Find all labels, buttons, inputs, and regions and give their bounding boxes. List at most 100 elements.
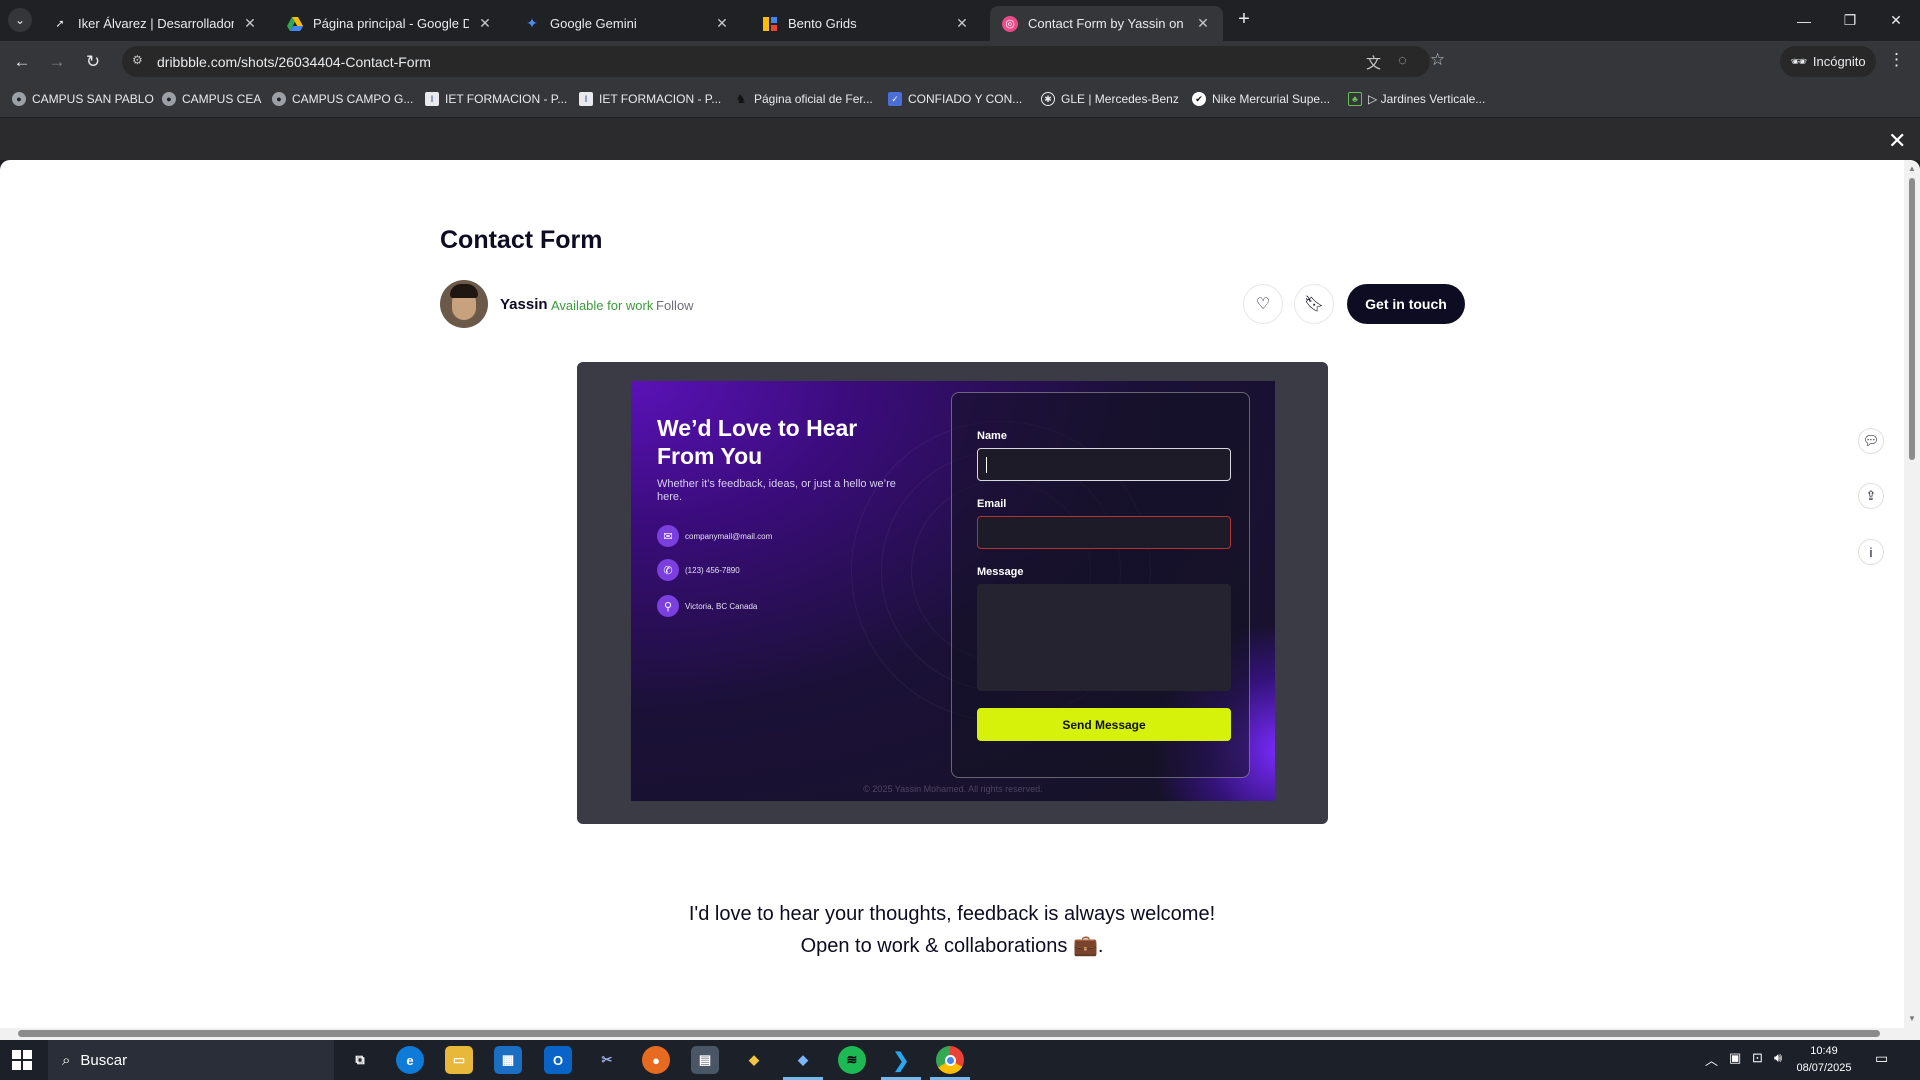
bookmark-label: CONFIADO Y CON... (908, 92, 1023, 106)
nike-swoosh-icon: ✔ (1192, 92, 1206, 106)
windows-start-icon[interactable] (12, 1050, 32, 1070)
close-tab-icon[interactable]: ✕ (477, 15, 493, 32)
incognito-label: Incógnito (1812, 54, 1866, 69)
tray-chevron-icon[interactable]: ︿ (1705, 1050, 1718, 1069)
address-bar[interactable]: ⚙ dribbble.com/shots/26034404-Contact-Fo… (122, 46, 1445, 77)
availability-status: Available for work (551, 298, 654, 313)
tab-contact-form-dribbble[interactable]: ◎ Contact Form by Yassin on Drib ✕ (990, 6, 1223, 41)
preview-message-field (977, 584, 1231, 691)
file-explorer-icon[interactable]: ▭ (445, 1046, 473, 1074)
minimize-window-icon[interactable]: — (1781, 0, 1827, 41)
tab-title: Bento Grids (788, 16, 857, 31)
get-in-touch-button[interactable]: Get in touch (1347, 284, 1465, 324)
close-tab-icon[interactable]: ✕ (242, 15, 258, 32)
close-overlay-icon[interactable]: ✕ (1888, 128, 1906, 154)
location-pin-icon: ⚲ (657, 595, 679, 617)
tab-bento-grids[interactable]: Bento Grids ✕ (750, 6, 982, 41)
like-button[interactable]: ♡ (1243, 284, 1283, 324)
close-window-icon[interactable]: ✕ (1873, 0, 1919, 41)
microsoft-store-icon[interactable]: ▦ (494, 1046, 522, 1074)
more-menu-icon[interactable]: ⋮ (1888, 50, 1905, 70)
google-drive-icon (287, 16, 303, 32)
bookmark-item[interactable]: I IET FORMACION - P... (579, 92, 721, 106)
bookmark-item[interactable]: ♣ ▷ Jardines Verticale... (1348, 92, 1485, 106)
leaf-icon: ♣ (1348, 92, 1362, 106)
shot-media[interactable]: We’d Love to Hear From You Whether it’s … (577, 362, 1328, 824)
translate-icon[interactable]: 文 (1366, 52, 1381, 73)
bookmark-item[interactable]: ✱ GLE | Mercedes-Benz (1041, 92, 1179, 106)
save-button[interactable]: 🔖︎ (1294, 284, 1334, 324)
close-tab-icon[interactable]: ✕ (714, 15, 730, 32)
author-name[interactable]: Yassin (500, 296, 548, 313)
tab-iker-alvarez[interactable]: ➚ Iker Álvarez | Desarrollador y pr ✕ (40, 6, 270, 41)
preview-subheading: Whether it’s feedback, ideas, or just a … (657, 478, 896, 503)
bookmark-item[interactable]: ♞ Página oficial de Fer... (734, 92, 873, 106)
vertical-scroll-thumb[interactable] (1909, 178, 1915, 460)
incognito-badge[interactable]: 🕶 Incógnito (1780, 46, 1876, 77)
close-tab-icon[interactable]: ✕ (1195, 15, 1211, 32)
tab-title: Página principal - Google Drive (313, 16, 469, 31)
tab-google-drive[interactable]: Página principal - Google Drive ✕ (275, 6, 505, 41)
taskbar-clock[interactable]: 10:49 08/07/2025 (1796, 1043, 1852, 1077)
clock-time: 10:49 (1810, 1045, 1838, 1057)
preview-message-label: Message (977, 566, 1024, 578)
url-text[interactable]: dribbble.com/shots/26034404-Contact-Form (157, 54, 431, 70)
bookmark-item[interactable]: ✔ Nike Mercurial Supe... (1192, 92, 1330, 106)
share-icon[interactable]: ⇪ (1858, 483, 1884, 509)
bookmark-item[interactable]: ● CAMPUS SAN PABLO (12, 92, 154, 106)
scroll-down-arrow-icon[interactable]: ▼ (1908, 1014, 1916, 1023)
shot-image: We’d Love to Hear From You Whether it’s … (631, 381, 1275, 801)
edge-icon[interactable]: e (396, 1046, 424, 1074)
outlook-icon[interactable]: O (544, 1046, 572, 1074)
windows-taskbar: ⌕ Buscar ⧉ e ▭ ▦ O ✂ ● ▤ ◆ ◆ ≋ ❯ ︿ ▣ ⊡ 🔊… (0, 1040, 1920, 1080)
task-view-icon[interactable]: ⧉ (346, 1046, 374, 1074)
bookmark-item[interactable]: ● CAMPUS CAMPO G... (272, 92, 413, 106)
bookmark-item[interactable]: I IET FORMACION - P... (425, 92, 567, 106)
preview-send-button: Send Message (977, 708, 1231, 741)
description-line: I'd love to hear your thoughts, feedback… (688, 903, 1216, 925)
page-title: Contact Form (440, 226, 603, 254)
eye-slash-icon[interactable]: ◌ (1398, 52, 1407, 69)
follow-link[interactable]: Follow (656, 298, 694, 313)
horizontal-scroll-thumb[interactable] (18, 1030, 1880, 1037)
phone-icon: ✆ (657, 559, 679, 581)
bookmark-label: Nike Mercurial Supe... (1212, 92, 1331, 106)
taskbar-search[interactable]: ⌕ Buscar (48, 1040, 334, 1080)
reload-icon[interactable]: ↻ (81, 50, 105, 74)
avatar[interactable] (440, 280, 488, 328)
network-icon[interactable]: ⊡ (1752, 1050, 1763, 1066)
new-tab-plus-icon[interactable]: + (1232, 8, 1256, 31)
site-info-tune-icon[interactable]: ⚙ (132, 53, 143, 67)
vertical-scrollbar[interactable]: ▲ ▼ (1904, 160, 1920, 1028)
horizontal-scrollbar[interactable] (0, 1028, 1920, 1040)
info-icon[interactable]: i (1858, 539, 1884, 565)
gemini-app-icon[interactable]: ◆ (740, 1046, 768, 1074)
bookmark-item[interactable]: ✓ CONFIADO Y CON... (888, 92, 1022, 106)
calculator-icon[interactable]: ▤ (691, 1046, 719, 1074)
gemini-sparkle-icon: ✦ (526, 15, 538, 31)
spotify-icon[interactable]: ≋ (838, 1046, 866, 1074)
meet-now-icon[interactable]: ▣ (1729, 1050, 1741, 1066)
comment-icon[interactable]: 💬︎ (1858, 428, 1884, 454)
close-tab-icon[interactable]: ✕ (954, 15, 970, 32)
volume-icon[interactable]: 🔊︎ (1774, 1050, 1782, 1066)
incognito-icon: 🕶 (1790, 53, 1807, 69)
scroll-up-arrow-icon[interactable]: ▲ (1908, 164, 1916, 173)
tab-search-chevron-icon[interactable]: ⌄ (8, 8, 32, 32)
back-arrow-icon[interactable]: ← (10, 50, 34, 74)
preview-contact-row: ✆ (123) 456-7890 (657, 559, 740, 581)
bookmark-item[interactable]: ● CAMPUS CEA (162, 92, 261, 106)
bookmark-star-icon[interactable]: ☆ (1430, 50, 1445, 70)
restore-window-icon[interactable]: ❐ (1827, 0, 1873, 41)
firefox-icon[interactable]: ● (642, 1046, 670, 1074)
gemini-app-icon[interactable]: ◆ (789, 1046, 817, 1074)
forward-arrow-icon[interactable]: → (45, 50, 69, 74)
vscode-icon[interactable]: ❯ (887, 1046, 915, 1074)
bookmark-label: GLE | Mercedes-Benz (1061, 92, 1179, 106)
notifications-icon[interactable]: ▭ (1875, 1050, 1888, 1067)
tab-google-gemini[interactable]: ✦ Google Gemini ✕ (512, 6, 742, 41)
iet-logo-icon: I (579, 92, 593, 106)
snipping-tool-icon[interactable]: ✂ (593, 1046, 621, 1074)
preview-form-card: Name Email Message Send Message (951, 392, 1250, 778)
chrome-icon[interactable] (936, 1046, 964, 1074)
